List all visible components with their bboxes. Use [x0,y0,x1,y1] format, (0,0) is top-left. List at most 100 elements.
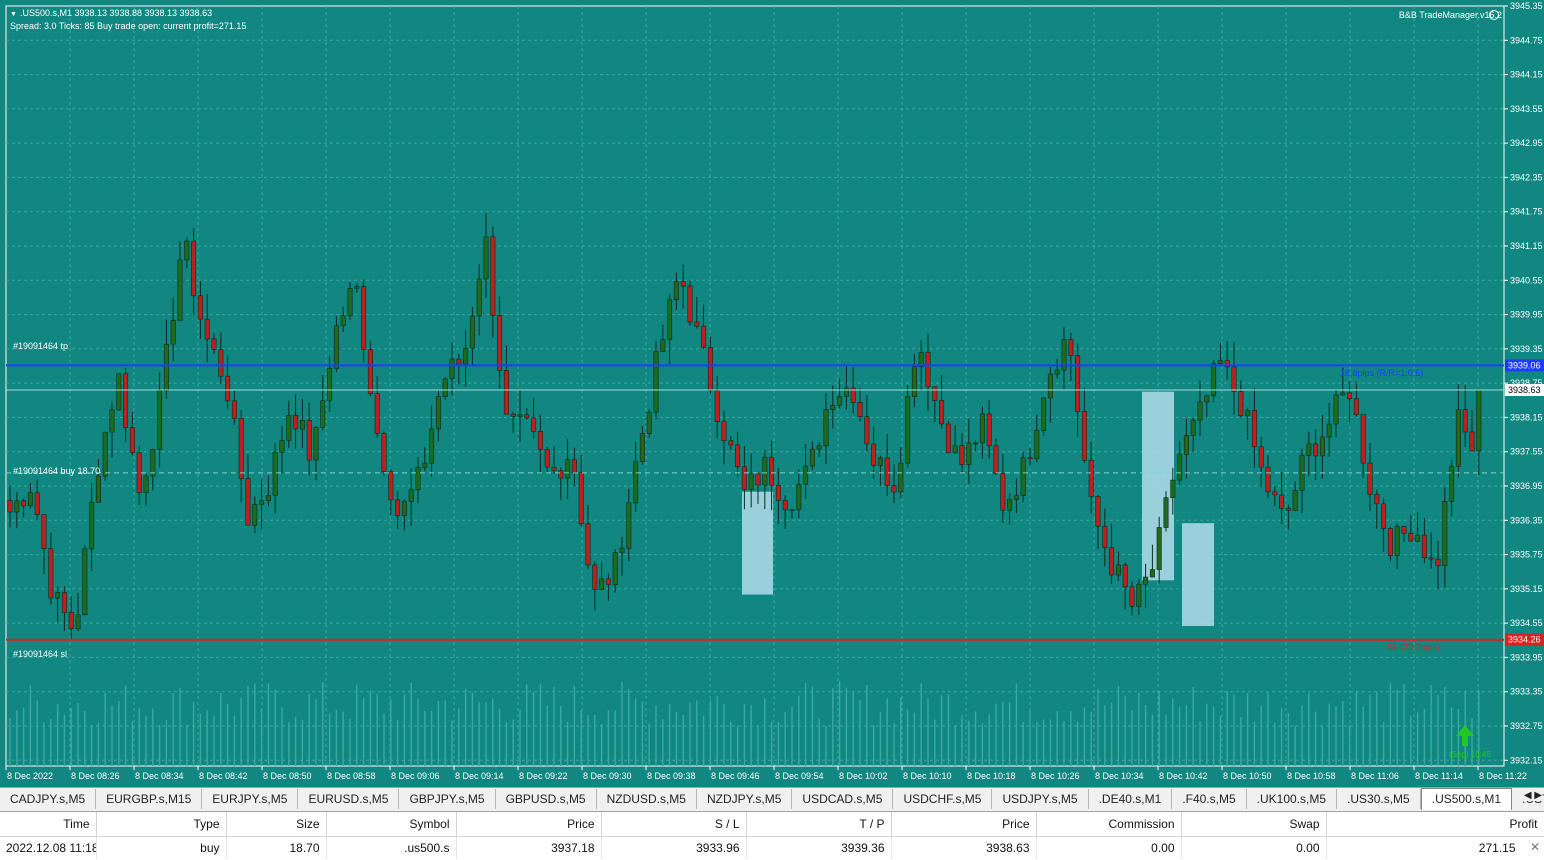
y-tick-label: 3934.55 [1510,618,1543,628]
bear-candle [986,413,992,447]
bear-candle [782,499,788,510]
tab-gbpusd-s-m5[interactable]: GBPUSD.s,M5 [496,789,597,809]
bull-candle [660,339,666,352]
bull-candle [837,396,843,406]
tab-eurjpy-s-m5[interactable]: EURJPY.s,M5 [202,789,299,809]
y-tick-label: 3943.55 [1510,104,1543,114]
bull-candle [1054,369,1060,375]
bull-candle [469,315,475,349]
bull-candle [762,456,768,486]
bull-candle [313,426,319,461]
table-cell: 18.70 [226,836,327,859]
bear-candle [61,592,67,613]
x-tick-label: 8 Dec 10:42 [1159,771,1208,781]
bull-candle [877,457,883,466]
tab-us30-s-m5[interactable]: .US30.s,M5 [1337,789,1421,809]
tp-info-label: 18.8pips (R/R=1:0.6) [1340,368,1424,378]
bear-candle [578,472,584,525]
trade-table-header: Time Type Size Symbol Price S / LT / P Price Co… [0,812,1544,837]
tab-gbpjpy-s-m5[interactable]: GBPJPY.s,M5 [399,789,496,809]
column-header[interactable]: T / P [746,812,892,837]
table-cell: .us500.s [326,836,457,859]
bull-candle [1319,436,1325,457]
bear-candle [925,352,931,388]
bear-candle [361,286,367,350]
bear-candle [592,564,598,590]
bull-candle [1007,499,1013,511]
bull-candle [14,500,20,513]
bear-candle [721,421,727,441]
bear-candle [864,416,870,445]
column-header[interactable]: Swap [1181,812,1327,837]
bull-candle [966,442,972,465]
collapse-triangle-icon[interactable]: ▼ [10,11,17,18]
tab-uk100-s-m5[interactable]: .UK100.s,M5 [1247,789,1338,809]
bull-candle [1455,409,1461,467]
close-icon[interactable]: ✕ [1530,840,1540,854]
column-header[interactable]: Time [0,812,97,837]
bull-candle [272,452,278,496]
bull-candle [1170,479,1176,498]
table-cell: 0.00 [1181,836,1327,859]
column-header[interactable]: S / L [601,812,747,837]
column-header[interactable]: Symbol [326,812,457,837]
symbol-ohlc-text: .US500.s,M1 3938.13 3938.88 3938.13 3938… [19,8,213,18]
bull-candle [265,494,271,501]
chart-tabs-bar: CADJPY.s,M5 EURGBP.s,M15 EURJPY.s,M5 EURUSD… [0,787,1544,812]
bull-candle [1149,569,1155,578]
tab-eurgbp-s-m15[interactable]: EURGBP.s,M15 [96,789,203,809]
bear-candle [1122,564,1128,588]
column-header[interactable]: Price [891,812,1037,837]
y-tick-label: 3941.75 [1510,207,1543,217]
column-header[interactable]: Size [226,812,327,837]
column-header[interactable]: Type [96,812,227,837]
price-chart[interactable]: 3945.35 3944.75 3944.15 3943.55 3942.95 3942.… [0,0,1544,787]
bull-candle [476,278,482,317]
bear-candle [1353,398,1359,416]
bull-candle [823,409,829,447]
table-row[interactable]: 2022.12.08 11:18:28buy18.70.us500.s3937.… [0,836,1544,859]
bull-candle [89,502,95,550]
bear-candle [306,420,312,461]
bull-candle [1340,392,1346,396]
bear-candle [374,393,380,434]
bull-candle [1394,526,1400,557]
tab-usdcad-s-m5[interactable]: USDCAD.s,M5 [792,789,894,809]
sl-price-tag: 3934.26 [1508,635,1541,645]
y-tick-label: 3939.35 [1510,344,1543,354]
spread-info: Spread: 3.0 Ticks: 85 Buy trade open: cu… [10,21,247,31]
y-tick-label: 3942.35 [1510,172,1543,182]
bull-candle [979,413,985,444]
tab-de40-s-m1[interactable]: .DE40.s,M1 [1089,789,1173,809]
tab-scroll-arrows-icon[interactable]: ◀ ▶ [1519,790,1542,801]
column-header[interactable]: Price [456,812,602,837]
tab-usdchf-s-m5[interactable]: USDCHF.s,M5 [893,789,993,809]
tab-nzdjpy-s-m5[interactable]: NZDJPY.s,M5 [697,789,793,809]
column-header[interactable]: Commission [1036,812,1182,837]
tab-us500-s-m1[interactable]: .US500.s,M1 [1420,788,1513,810]
bull-candle [259,500,265,505]
column-header[interactable]: Profit [1326,812,1544,837]
bear-candle [21,500,27,507]
bear-candle [932,386,938,401]
tab-cadjpy-s-m5[interactable]: CADJPY.s,M5 [0,789,97,809]
bull-candle [109,409,115,433]
y-tick-label: 3942.95 [1510,138,1543,148]
x-tick-label: 8 Dec 09:30 [583,771,632,781]
tab-eurusd-s-m5[interactable]: EURUSD.s,M5 [298,789,400,809]
bear-candle [1313,443,1319,457]
bull-candle [633,461,639,504]
x-tick-label: 8 Dec 10:58 [1287,771,1336,781]
bear-candle [945,423,951,454]
bear-candle [680,281,686,287]
bull-candle [565,459,571,479]
tab-nzdusd-s-m5[interactable]: NZDUSD.s,M5 [597,789,697,809]
bear-candle [123,373,129,428]
bear-candle [993,445,999,474]
bull-candle [333,325,339,369]
tab-f40-s-m5[interactable]: .F40.s,M5 [1172,789,1247,809]
tab-usdjpy-s-m5[interactable]: USDJPY.s,M5 [992,789,1089,809]
bear-candle [204,318,210,340]
chart-area[interactable]: 3945.35 3944.75 3944.15 3943.55 3942.95 3942.… [0,0,1544,787]
bull-candle [55,592,61,599]
